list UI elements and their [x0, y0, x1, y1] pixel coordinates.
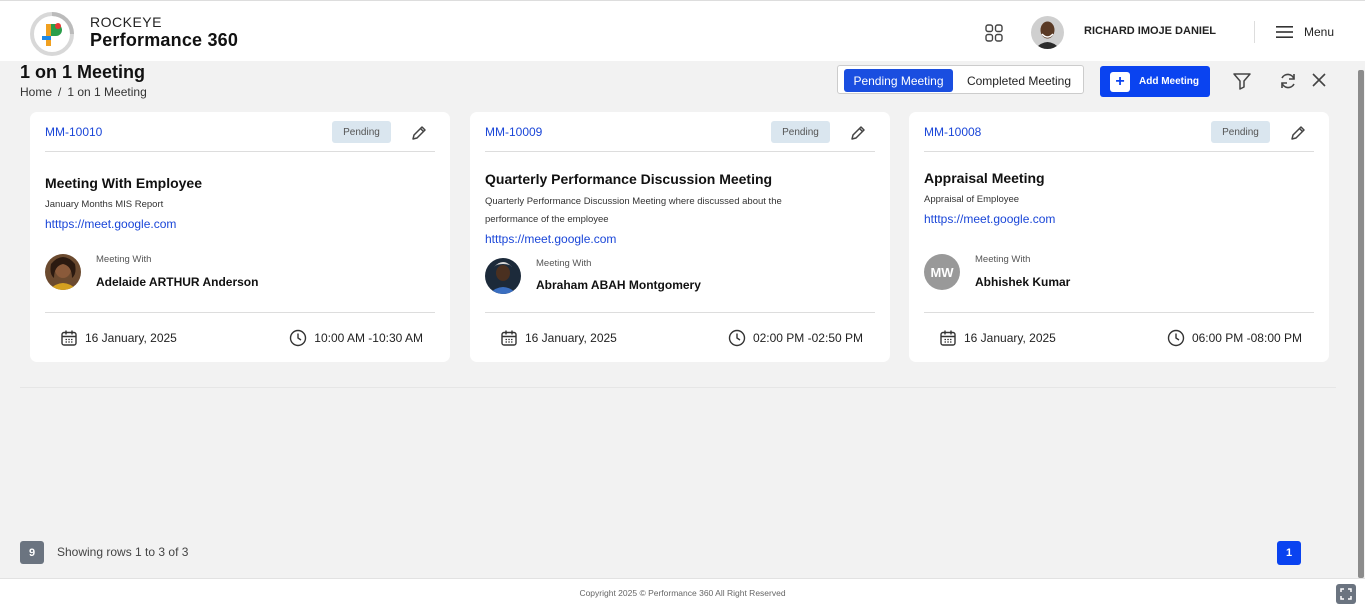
app-logo[interactable] — [30, 12, 74, 56]
meeting-description: Quarterly Performance Discussion Meeting… — [485, 196, 782, 225]
page-title: 1 on 1 Meeting — [20, 62, 146, 82]
card-divider — [45, 312, 435, 313]
meeting-id[interactable]: MM-10009 — [485, 125, 542, 139]
page-size-select[interactable]: 9 — [20, 541, 44, 564]
clock-icon — [290, 329, 307, 347]
header-divider — [1254, 21, 1255, 43]
refresh-icon[interactable] — [1278, 71, 1298, 91]
status-badge: Pending — [332, 121, 391, 143]
meeting-status-toggle: Pending Meeting Completed Meeting — [837, 65, 1084, 94]
card-divider — [924, 312, 1314, 313]
edit-icon[interactable] — [1289, 124, 1307, 142]
plus-icon: + — [1110, 71, 1130, 92]
card-divider — [485, 151, 875, 152]
calendar-icon — [61, 330, 77, 346]
meeting-time-text: 06:00 PM -08:00 PM — [1191, 331, 1302, 345]
scrollbar-thumb[interactable] — [1358, 70, 1364, 578]
meeting-time-text: 02:00 PM -02:50 PM — [752, 331, 863, 345]
fullscreen-button[interactable] — [1336, 584, 1356, 604]
meeting-card[interactable]: MM-10009 Pending Quarterly Performance D… — [470, 112, 890, 362]
meeting-link[interactable]: htttps://meet.google.com — [485, 232, 616, 246]
meeting-time: 10:00 AM -10:30 AM — [289, 329, 423, 347]
meeting-card[interactable]: MM-10010 Pending Meeting With Employee J… — [30, 112, 450, 362]
meeting-id[interactable]: MM-10008 — [924, 125, 981, 139]
breadcrumb-separator: / — [58, 85, 62, 99]
hamburger-icon — [1276, 26, 1293, 38]
content-divider — [20, 387, 1336, 388]
page-footer: Copyright 2025 © Performance 360 All Rig… — [0, 578, 1365, 608]
meeting-with-name: Abraham ABAH Montgomery — [536, 278, 701, 292]
edit-icon[interactable] — [410, 124, 428, 142]
meeting-time: 06:00 PM -08:00 PM — [1167, 329, 1302, 347]
breadcrumb-current: 1 on 1 Meeting — [67, 85, 147, 99]
clock-icon — [1167, 329, 1185, 347]
meeting-description: Appraisal of Employee — [924, 194, 1020, 205]
meeting-title: Meeting With Employee — [45, 175, 203, 191]
card-divider — [924, 151, 1314, 152]
edit-icon[interactable] — [849, 124, 867, 142]
attendee-avatar — [45, 254, 81, 290]
page-number-button[interactable]: 1 — [1277, 541, 1301, 565]
calendar-icon — [940, 330, 956, 346]
attendee-avatar — [485, 258, 521, 294]
meeting-card[interactable]: MM-10008 Pending Appraisal Meeting Appra… — [909, 112, 1329, 362]
meeting-with-label: Meeting With — [96, 254, 152, 265]
card-divider — [485, 312, 875, 313]
meeting-link[interactable]: htttps://meet.google.com — [45, 217, 176, 231]
clock-icon — [728, 329, 746, 347]
meeting-with-label: Meeting With — [975, 254, 1031, 265]
status-badge: Pending — [771, 121, 830, 143]
meeting-with-label: Meeting With — [536, 258, 592, 269]
meeting-date-text: 16 January, 2025 — [525, 331, 617, 345]
apps-grid-icon[interactable] — [985, 24, 1003, 42]
add-meeting-button[interactable]: + Add Meeting — [1100, 66, 1210, 97]
meeting-date: 16 January, 2025 — [500, 329, 617, 347]
filter-icon[interactable] — [1232, 71, 1252, 91]
meeting-date-text: 16 January, 2025 — [964, 331, 1056, 345]
meeting-title: Appraisal Meeting — [924, 170, 1045, 186]
top-navbar: ROCKEYE Performance 360 RICHARD IMOJE DA… — [0, 0, 1365, 61]
tab-completed-meeting[interactable]: Completed Meeting — [958, 69, 1080, 92]
card-divider — [45, 151, 435, 152]
meeting-title: Quarterly Performance Discussion Meeting — [485, 171, 773, 187]
brand-name: ROCKEYE — [90, 14, 162, 30]
meeting-description: January Months MIS Report — [45, 199, 164, 210]
status-badge: Pending — [1211, 121, 1270, 143]
meeting-with-name: Adelaide ARTHUR Anderson — [96, 275, 259, 289]
breadcrumb: Home / 1 on 1 Meeting — [20, 85, 147, 99]
card-footer: 16 January, 2025 02:00 PM -02:50 PM — [500, 327, 863, 349]
breadcrumb-home[interactable]: Home — [20, 85, 52, 99]
rows-info: Showing rows 1 to 3 of 3 — [57, 545, 189, 559]
card-footer: 16 January, 2025 06:00 PM -08:00 PM — [939, 327, 1302, 349]
attendee-avatar: MW — [924, 254, 960, 290]
meeting-date: 16 January, 2025 — [60, 329, 177, 347]
meeting-time: 02:00 PM -02:50 PM — [728, 329, 863, 347]
meeting-date-text: 16 January, 2025 — [85, 331, 177, 345]
product-name: Performance 360 — [90, 30, 239, 50]
fullscreen-icon — [1340, 588, 1352, 600]
calendar-icon — [501, 330, 517, 346]
user-avatar[interactable] — [1031, 16, 1064, 49]
copyright-text: Copyright 2025 © Performance 360 All Rig… — [579, 588, 786, 598]
meeting-id[interactable]: MM-10010 — [45, 125, 102, 139]
meeting-link[interactable]: htttps://meet.google.com — [924, 212, 1055, 226]
menu-button[interactable]: Menu — [1276, 22, 1334, 42]
meeting-with-name: Abhishek Kumar — [975, 275, 1071, 289]
menu-label: Menu — [1304, 25, 1335, 39]
add-meeting-label: Add Meeting — [1139, 76, 1199, 87]
close-icon[interactable] — [1311, 72, 1327, 88]
card-footer: 16 January, 2025 10:00 AM -10:30 AM — [60, 327, 423, 349]
meeting-time-text: 10:00 AM -10:30 AM — [314, 331, 423, 345]
meeting-date: 16 January, 2025 — [939, 329, 1056, 347]
tab-pending-meeting[interactable]: Pending Meeting — [844, 69, 953, 92]
user-name[interactable]: RICHARD IMOJE DANIEL — [1084, 25, 1216, 37]
